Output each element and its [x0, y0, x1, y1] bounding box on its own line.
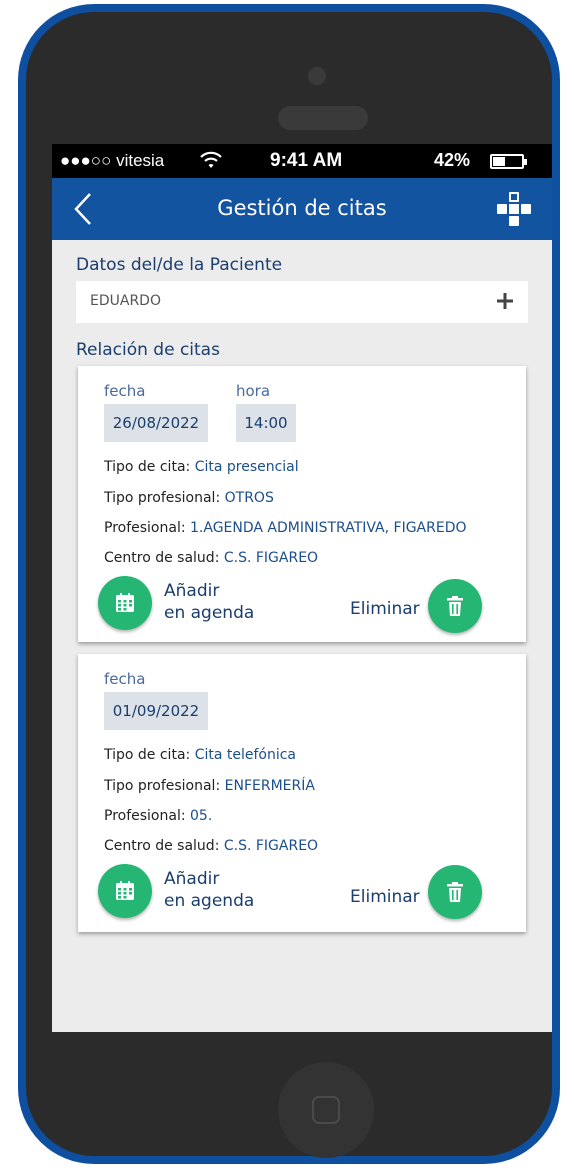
page-title: Gestión de citas: [217, 196, 387, 220]
battery-nub: [524, 159, 527, 165]
professional-type-label: Tipo profesional:: [104, 778, 225, 794]
patient-selector[interactable]: EDUARDO: [76, 281, 528, 323]
trash-icon: [447, 882, 463, 902]
health-center-label: Centro de salud:: [104, 550, 224, 566]
appointment-type-label: Tipo de cita:: [104, 459, 195, 475]
health-center-row: Centro de salud: C.S. FIGAREO: [104, 550, 318, 566]
add-to-calendar-label[interactable]: Añadir en agenda: [164, 868, 254, 912]
professional-type-value: ENFERMERÍA: [224, 778, 315, 794]
professional-label: Profesional:: [104, 520, 191, 536]
nav-bar: Gestión de citas: [52, 178, 552, 240]
professional-row: Profesional: 05.: [104, 808, 212, 824]
health-center-value: C.S. FIGAREO: [223, 838, 319, 854]
status-time: 9:41 AM: [270, 150, 343, 171]
app-screen: ●●●○○ vitesia 9:41 AM 42% Gestión de cit…: [52, 144, 552, 1032]
status-bar: ●●●○○ vitesia 9:41 AM 42%: [52, 144, 552, 178]
professional-value: 05.: [190, 808, 213, 824]
add-to-calendar-button[interactable]: [98, 864, 152, 918]
plus-icon[interactable]: [494, 290, 516, 312]
appointments-section-label: Relación de citas: [76, 340, 220, 360]
appointment-type-value: Cita presencial: [194, 459, 299, 475]
professional-type-row: Tipo profesional: OTROS: [104, 490, 274, 506]
appointment-type-row: Tipo de cita: Cita presencial: [104, 459, 299, 475]
app-logo-icon[interactable]: [497, 192, 531, 226]
appointment-type-value: Cita telefónica: [194, 747, 297, 763]
delete-button[interactable]: [428, 579, 482, 633]
add-to-calendar-label[interactable]: Añadir en agenda: [164, 580, 254, 624]
patient-section-label: Datos del/de la Paciente: [76, 255, 283, 275]
delete-label[interactable]: Eliminar: [350, 887, 420, 907]
calendar-icon: [116, 593, 134, 612]
add-label-line2: en agenda: [164, 603, 255, 623]
professional-label: Profesional:: [104, 808, 191, 824]
professional-type-row: Tipo profesional: ENFERMERÍA: [104, 778, 315, 794]
delete-label[interactable]: Eliminar: [350, 599, 420, 619]
home-button[interactable]: [278, 1062, 374, 1158]
battery-percentage: 42%: [434, 150, 471, 170]
appointment-type-label: Tipo de cita:: [104, 747, 195, 763]
date-value: 26/08/2022: [104, 404, 208, 442]
time-label: hora: [236, 382, 271, 400]
health-center-row: Centro de salud: C.S. FIGAREO: [104, 838, 318, 854]
professional-row: Profesional: 1.AGENDA ADMINISTRATIVA, FI…: [104, 520, 467, 536]
patient-name: EDUARDO: [90, 293, 161, 309]
trash-icon: [447, 596, 463, 616]
professional-value: 1.AGENDA ADMINISTRATIVA, FIGAREDO: [190, 520, 467, 536]
professional-type-value: OTROS: [224, 490, 274, 506]
carrier-label: ●●●○○ vitesia: [60, 151, 165, 170]
wifi-icon: [200, 151, 222, 168]
add-label-line2: en agenda: [164, 891, 255, 911]
add-label-line1: Añadir: [164, 581, 220, 601]
battery-fill: [493, 157, 505, 166]
appointment-type-row: Tipo de cita: Cita telefónica: [104, 747, 296, 763]
health-center-label: Centro de salud:: [104, 838, 224, 854]
battery-icon: [490, 154, 527, 169]
phone-speaker: [278, 106, 368, 130]
add-label-line1: Añadir: [164, 869, 220, 889]
appointment-card: fecha 26/08/2022 hora 14:00 Tipo de cita…: [78, 366, 526, 642]
calendar-icon: [116, 881, 134, 900]
appointment-card: fecha 01/09/2022 Tipo de cita: Cita tele…: [78, 654, 526, 932]
home-button-square: [312, 1096, 340, 1124]
date-label: fecha: [104, 670, 146, 688]
add-to-calendar-button[interactable]: [98, 576, 152, 630]
date-label: fecha: [104, 382, 146, 400]
phone-camera: [308, 67, 326, 85]
delete-button[interactable]: [428, 865, 482, 919]
date-value: 01/09/2022: [104, 692, 208, 730]
time-value: 14:00: [236, 404, 296, 442]
professional-type-label: Tipo profesional:: [104, 490, 225, 506]
health-center-value: C.S. FIGAREO: [223, 550, 319, 566]
